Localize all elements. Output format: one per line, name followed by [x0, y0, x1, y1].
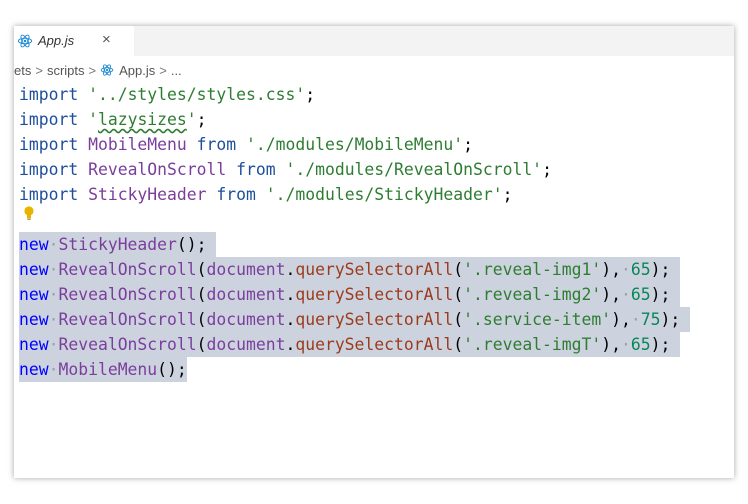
code-line-4: import RevealOnScroll from './modules/Re…: [19, 160, 552, 179]
breadcrumb: ets > scripts > App.js > ...: [14, 60, 734, 80]
breadcrumb-item-scripts[interactable]: scripts: [47, 63, 85, 78]
code-line-3: import MobileMenu from './modules/Mobile…: [19, 135, 473, 154]
tab-bar: App.js ×: [14, 26, 734, 56]
code-line-7: new·StickyHeader();: [19, 232, 217, 257]
tab-app-js[interactable]: App.js ×: [14, 26, 134, 56]
breadcrumb-item-symbol[interactable]: ...: [171, 63, 182, 78]
code-line-10: new·RevealOnScroll(document.querySelecto…: [19, 307, 691, 332]
breadcrumb-item-folder[interactable]: ets: [14, 63, 31, 78]
code-line-1: import '../styles/styles.css';: [19, 85, 316, 104]
chevron-right-icon: >: [88, 62, 97, 78]
breadcrumb-item-file[interactable]: App.js: [119, 63, 155, 78]
code-line-2: import 'lazysizes';: [19, 110, 207, 129]
code-line-8: new·RevealOnScroll(document.querySelecto…: [19, 257, 681, 282]
close-icon[interactable]: ×: [102, 31, 111, 48]
lint-warning[interactable]: lazysizes: [98, 110, 187, 129]
chevron-right-icon: >: [159, 62, 167, 78]
react-icon: [100, 64, 114, 76]
code-line-5: import StickyHeader from './modules/Stic…: [19, 185, 513, 204]
react-icon: [17, 34, 33, 48]
code-line-12: new·MobileMenu();: [19, 357, 187, 382]
tab-label: App.js: [38, 33, 75, 48]
code-line-9: new·RevealOnScroll(document.querySelecto…: [19, 282, 681, 307]
editor-window: App.js × ets > scripts > App.js > ... im…: [14, 26, 734, 478]
code-editor[interactable]: import '../styles/styles.css'; import 'l…: [14, 82, 734, 478]
chevron-right-icon: >: [35, 62, 43, 78]
code-line-11: new·RevealOnScroll(document.querySelecto…: [19, 332, 681, 357]
lightbulb-icon[interactable]: [23, 205, 35, 221]
